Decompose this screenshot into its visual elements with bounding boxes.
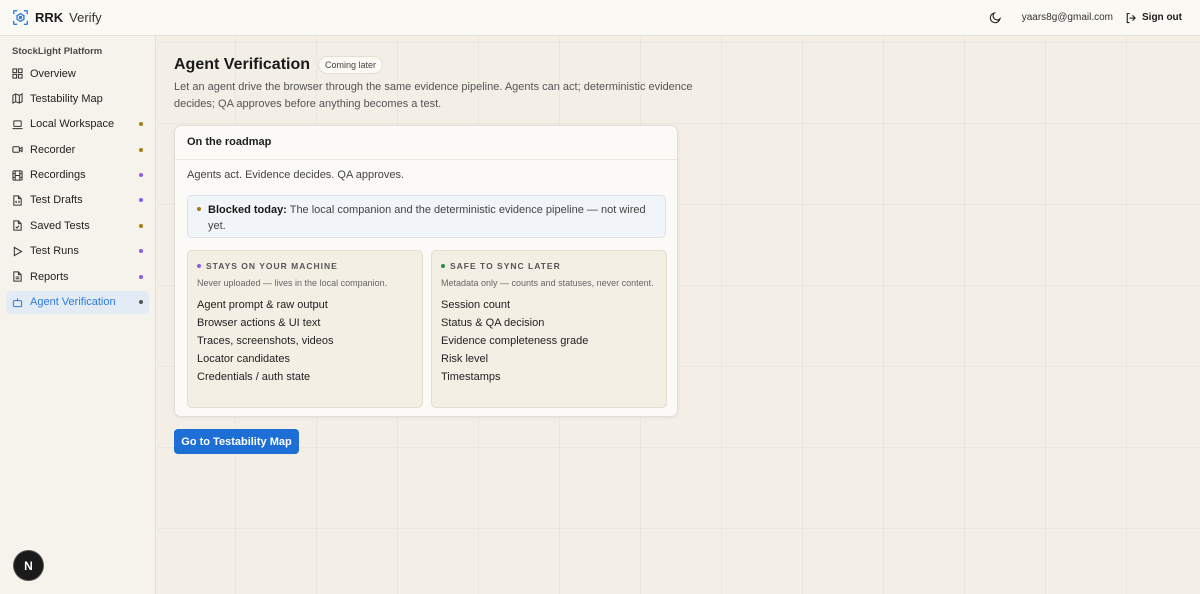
page-title: Agent Verification <box>174 56 311 73</box>
sidebar-item-recordings[interactable]: Recordings <box>6 164 149 187</box>
brand[interactable]: RRK Verify <box>12 9 102 26</box>
list-item: Status & QA decision <box>441 316 545 329</box>
panel-note: Metadata only — counts and statuses, nev… <box>441 278 654 288</box>
list-item: Session count <box>441 298 511 311</box>
top-bar: RRK Verify yaars8g@gmail.com Sign out <box>0 0 1200 36</box>
status-dot <box>139 223 143 228</box>
report-icon <box>13 271 22 282</box>
list-item: Locator candidates <box>197 352 290 365</box>
sign-out-icon <box>1126 12 1136 23</box>
list-item: Agent prompt & raw output <box>197 298 328 311</box>
bot-icon <box>12 297 23 307</box>
sign-out-label: Sign out <box>1142 12 1182 23</box>
sidebar-item-saved-tests[interactable]: Saved Tests <box>6 214 149 237</box>
sign-out-button[interactable]: Sign out <box>1125 12 1182 24</box>
dev-tools-badge[interactable]: N <box>14 551 43 580</box>
card-lead-text: Agents act. Evidence decides. QA approve… <box>187 169 405 181</box>
sync-data-panel: SAFE TO SYNC LATER Metadata only — count… <box>431 250 667 408</box>
sidebar: StockLight Platform Overview Testability… <box>0 36 156 594</box>
scan-logo-icon <box>13 10 28 25</box>
page-subtitle: Let an agent drive the browser through t… <box>174 81 693 110</box>
file-code-icon <box>13 195 22 206</box>
list-item: Browser actions & UI text <box>197 316 321 329</box>
sidebar-item-label: Recorder <box>30 143 76 156</box>
warning-dot <box>197 207 201 211</box>
roadmap-card: On the roadmap Agents act. Evidence deci… <box>174 125 678 417</box>
sidebar-item-label: Reports <box>30 270 69 283</box>
status-dot <box>139 173 143 178</box>
blocked-notice: Blocked today: The local companion and t… <box>187 195 666 238</box>
sidebar-item-label: Overview <box>30 67 76 80</box>
sidebar-item-recorder[interactable]: Recorder <box>6 138 149 161</box>
status-dot <box>139 198 143 203</box>
panel-title: SAFE TO SYNC LATER <box>450 261 561 271</box>
status-badge: Coming later <box>318 56 384 74</box>
status-dot <box>139 122 143 127</box>
list-item: Credentials / auth state <box>197 370 311 383</box>
local-data-panel: STAYS ON YOUR MACHINE Never uploaded — l… <box>187 250 423 408</box>
sidebar-item-test-drafts[interactable]: Test Drafts <box>6 189 149 212</box>
panel-list: Session count Status & QA decision Evide… <box>441 296 657 386</box>
blocked-label: Blocked today: <box>208 204 287 216</box>
video-icon <box>12 146 23 153</box>
panel-note: Never uploaded — lives in the local comp… <box>197 278 388 288</box>
status-dot <box>139 249 143 254</box>
map-icon <box>12 93 23 105</box>
sidebar-group-label: StockLight Platform <box>12 46 103 57</box>
sidebar-item-label: Saved Tests <box>30 219 90 232</box>
brand-name-bold: RRK <box>35 10 64 25</box>
status-dot <box>139 147 143 152</box>
sidebar-item-label: Agent Verification <box>30 296 116 309</box>
list-item: Traces, screenshots, videos <box>197 334 334 347</box>
play-icon <box>13 246 23 257</box>
theme-toggle-moon-icon[interactable] <box>989 11 1002 24</box>
grid-icon <box>12 68 23 79</box>
sidebar-item-test-runs[interactable]: Test Runs <box>6 240 149 263</box>
brand-name-light: Verify <box>69 10 102 25</box>
laptop-icon <box>12 120 23 129</box>
sidebar-item-label: Recordings <box>30 169 86 182</box>
main-content: Agent Verification Coming later Let an a… <box>157 37 1200 594</box>
violet-dot <box>197 264 201 268</box>
sidebar-item-label: Local Workspace <box>30 118 115 131</box>
go-to-testability-map-button[interactable]: Go to Testability Map <box>174 429 299 454</box>
list-item: Risk level <box>441 352 489 365</box>
list-item: Timestamps <box>441 370 501 383</box>
sidebar-item-label: Test Drafts <box>30 194 83 207</box>
green-dot <box>441 264 445 268</box>
sidebar-item-reports[interactable]: Reports <box>6 265 149 288</box>
user-email: yaars8g@gmail.com <box>1021 12 1113 23</box>
status-dot <box>139 300 143 305</box>
status-dot <box>139 274 143 279</box>
file-check-icon <box>13 220 22 231</box>
list-item: Evidence completeness grade <box>441 334 589 347</box>
card-heading: On the roadmap <box>175 126 677 160</box>
sidebar-item-agent-verification[interactable]: Agent Verification <box>6 290 149 314</box>
sidebar-item-label: Testability Map <box>30 92 103 105</box>
sidebar-item-testability-map[interactable]: Testability Map <box>6 87 149 110</box>
sidebar-item-overview[interactable]: Overview <box>6 62 149 85</box>
panel-title: STAYS ON YOUR MACHINE <box>206 261 338 271</box>
sidebar-item-label: Test Runs <box>30 245 79 258</box>
sidebar-item-local-workspace[interactable]: Local Workspace <box>6 113 149 136</box>
panel-list: Agent prompt & raw output Browser action… <box>197 296 413 386</box>
film-icon <box>12 169 23 181</box>
